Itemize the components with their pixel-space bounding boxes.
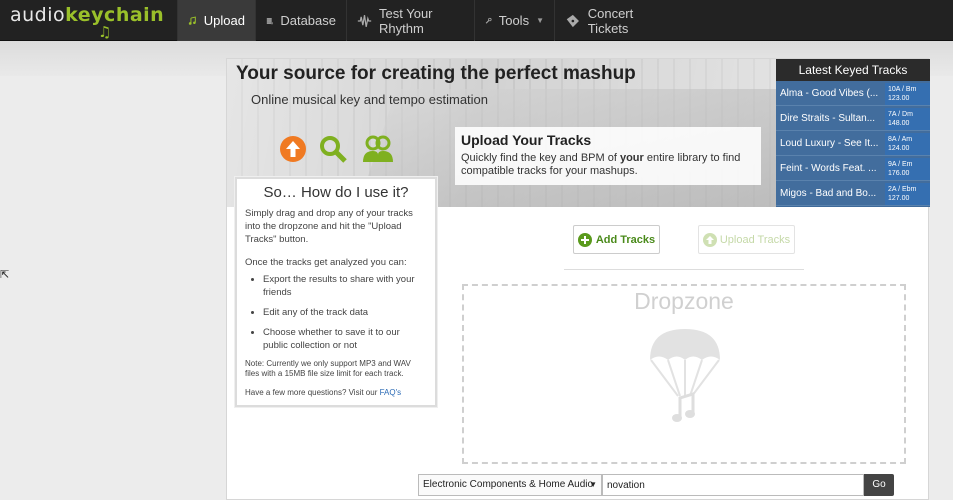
- upload-arrow-icon: [280, 136, 306, 162]
- list-item: Edit any of the track data: [263, 306, 427, 319]
- upload-info-text: Quickly find the key and BPM of your ent…: [461, 152, 741, 177]
- logo[interactable]: audiokeychain ♫: [10, 2, 170, 41]
- nav-rhythm-label: Test Your Rhythm: [379, 5, 433, 36]
- hero-title: Your source for creating the perfect mas…: [236, 63, 636, 84]
- plus-circle-icon: [577, 232, 592, 247]
- parachute-music-icon: [650, 329, 720, 422]
- how-to-panel: So… How do I use it? Simply drag and dro…: [235, 177, 437, 407]
- hero-subtitle: Online musical key and tempo estimation: [251, 92, 489, 107]
- wrench-icon: [485, 17, 492, 24]
- database-icon: [266, 17, 273, 24]
- track-item[interactable]: Dire Straits - Sultan... 7A / Dm 148.00: [776, 106, 930, 131]
- waveform-icon: [357, 14, 372, 27]
- how-to-once: Once the tracks get analyzed you can:: [245, 257, 407, 268]
- magnifier-icon: [320, 136, 347, 163]
- hero-icons: [279, 135, 399, 167]
- dropzone-label: Dropzone: [634, 288, 734, 314]
- track-item[interactable]: Loud Luxury - See It... 8A / Am 124.00: [776, 131, 930, 156]
- upload-info-box: Upload Your Tracks Quickly find the key …: [455, 127, 761, 185]
- list-item: Choose whether to save it to our public …: [263, 326, 427, 352]
- users-icon: [363, 135, 393, 162]
- go-button[interactable]: Go: [864, 474, 894, 496]
- add-tracks-button[interactable]: Add Tracks: [573, 225, 660, 254]
- how-to-note: Note: Currently we only support MP3 and …: [245, 359, 411, 378]
- divider: [564, 269, 804, 270]
- mouse-cursor-icon: ⇱: [0, 269, 10, 281]
- logo-keychain: keychain: [65, 4, 165, 26]
- faq-line: Have a few more questions? Visit our FAQ…: [245, 388, 402, 397]
- music-note-icon: [188, 15, 196, 25]
- nav-tools[interactable]: Tools ▼: [474, 0, 554, 41]
- list-item: Export the results to share with your fr…: [263, 273, 427, 299]
- category-select-value: Electronic Components & Home Audio: [423, 479, 594, 490]
- how-to-intro: Simply drag and drop any of your tracks …: [245, 208, 413, 245]
- faq-link[interactable]: FAQ's: [380, 388, 402, 397]
- search-input[interactable]: [602, 474, 864, 496]
- nav-tickets-label: Concert Tickets: [587, 5, 634, 36]
- dropzone[interactable]: Dropzone: [462, 284, 906, 464]
- how-to-list: Export the results to share with your fr…: [263, 273, 427, 352]
- nav-concert-tickets[interactable]: Concert Tickets: [554, 0, 676, 41]
- chevron-down-icon: ▼: [589, 480, 597, 489]
- top-navbar: audiokeychain ♫ Upload Database Test You…: [0, 0, 953, 41]
- category-select[interactable]: Electronic Components & Home Audio ▼: [418, 474, 602, 496]
- track-item[interactable]: Migos - Bad and Bo... 2A / Ebm 127.00: [776, 181, 930, 206]
- upload-circle-icon: [702, 232, 717, 247]
- latest-heading: Latest Keyed Tracks: [776, 59, 930, 81]
- track-item[interactable]: Alma - Good Vibes (... 10A / Bm 123.00: [776, 81, 930, 106]
- logo-audio: audio: [10, 4, 66, 26]
- music-note-icon: ♫: [98, 23, 112, 41]
- nav-database[interactable]: Database: [255, 0, 346, 41]
- latest-keyed-tracks: Latest Keyed Tracks Alma - Good Vibes (.…: [776, 59, 930, 207]
- nav-upload-label: Upload: [203, 13, 245, 28]
- add-tracks-label: Add Tracks: [595, 233, 656, 246]
- main-panel: Your source for creating the perfect mas…: [226, 58, 930, 500]
- nav-test-rhythm[interactable]: Test Your Rhythm: [346, 0, 474, 41]
- upload-tracks-label: Upload Tracks: [719, 233, 791, 246]
- how-to-title: So… How do I use it?: [263, 184, 409, 201]
- nav-tools-label: Tools: [498, 13, 530, 28]
- upload-info-title: Upload Your Tracks: [461, 132, 592, 148]
- ticket-icon: [566, 14, 579, 27]
- nav-upload[interactable]: Upload: [177, 0, 255, 41]
- chevron-down-icon: ▼: [536, 16, 544, 25]
- upload-tracks-button[interactable]: Upload Tracks: [698, 225, 795, 254]
- track-item[interactable]: Feint - Words Feat. ... 9A / Em 176.00: [776, 156, 930, 181]
- nav-database-label: Database: [280, 13, 336, 28]
